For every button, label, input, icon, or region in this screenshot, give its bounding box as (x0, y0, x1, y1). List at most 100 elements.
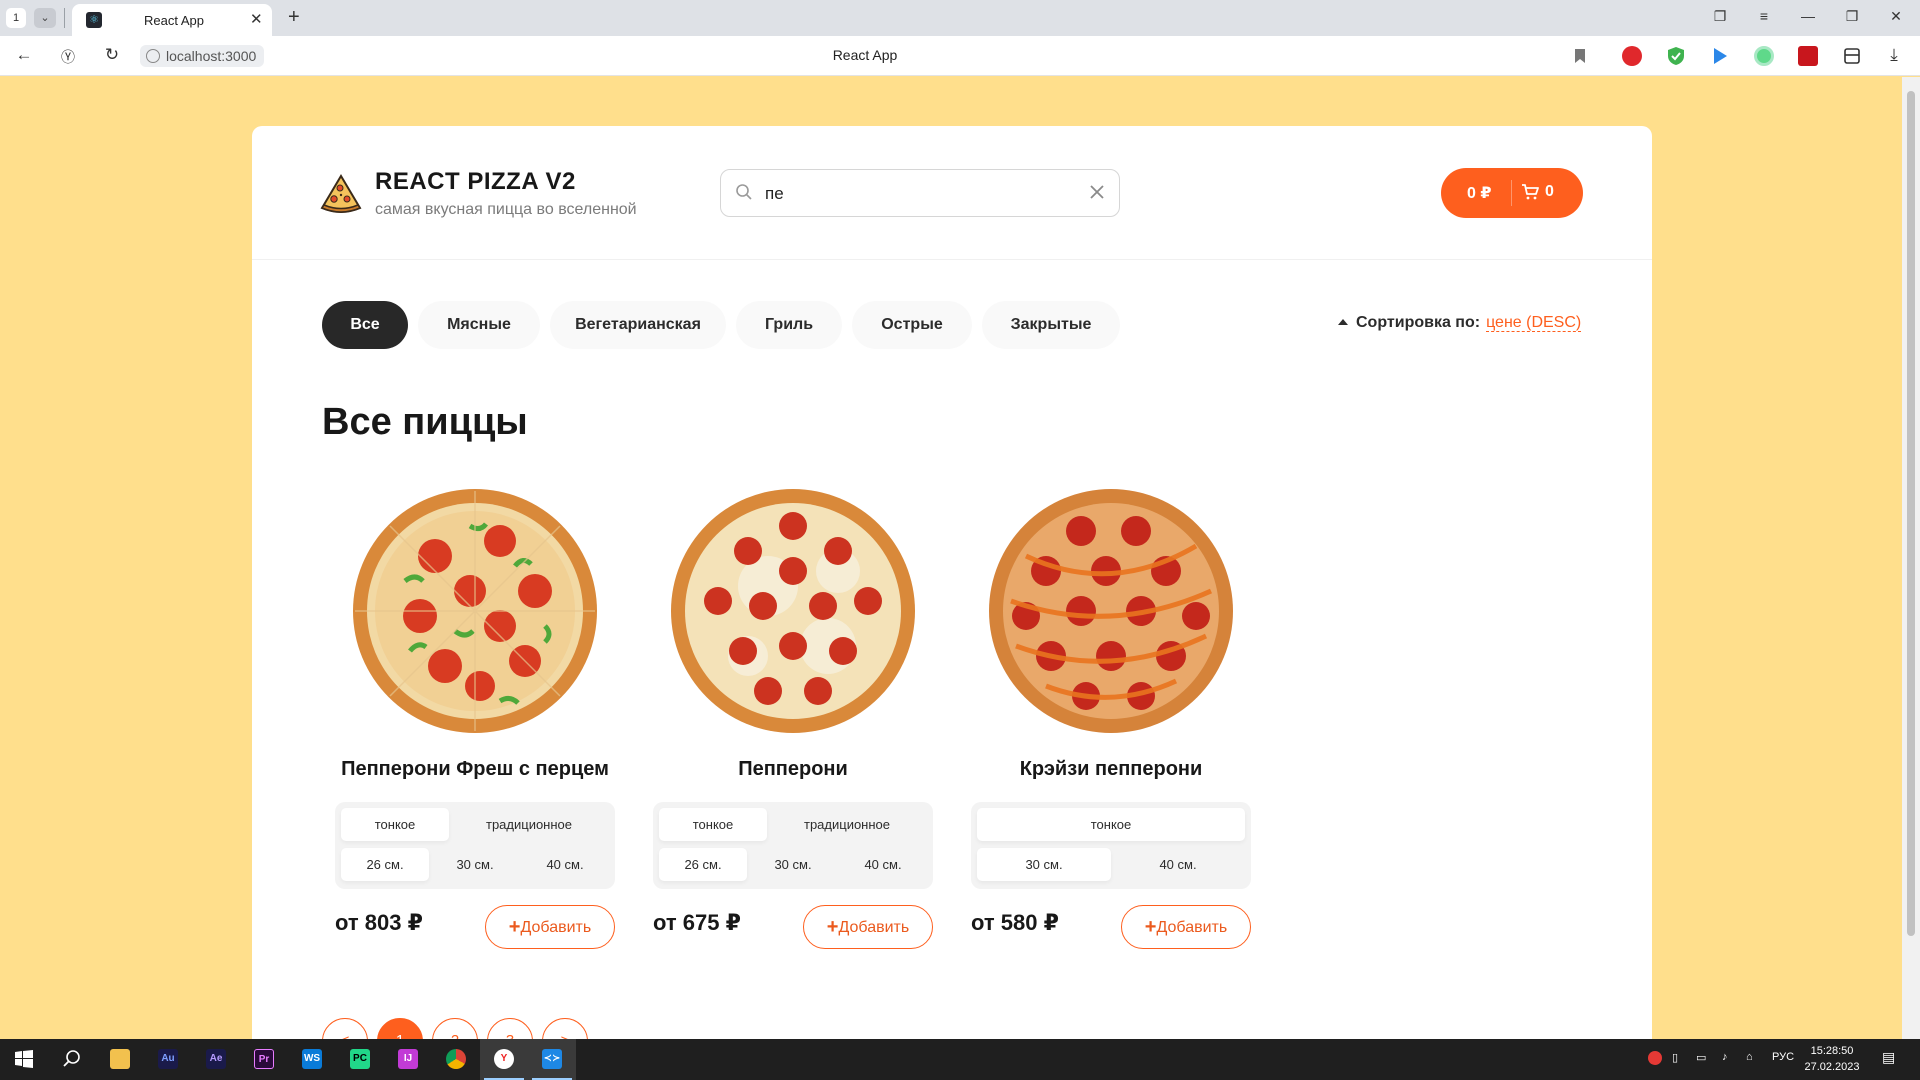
volume-icon[interactable]: ♪ (1722, 1051, 1728, 1063)
dough-option-traditional[interactable]: традиционное (767, 808, 927, 841)
size-option[interactable]: 30 см. (431, 848, 519, 881)
shield-extension-icon[interactable] (1666, 46, 1686, 66)
image-extension-icon[interactable] (1798, 46, 1818, 66)
tray-app-icon[interactable] (1648, 1051, 1662, 1065)
browser-tab-bar: 1 ⌄ ⚛ React App ✕ + ❐ ≡ — ❐ ✕ (0, 0, 1920, 36)
dough-option-thin[interactable]: тонкое (341, 808, 449, 841)
chrome-icon (446, 1049, 466, 1069)
section-title: Все пиццы (322, 401, 528, 443)
size-option[interactable]: 40 см. (521, 848, 609, 881)
cart-total: 0 ₽ (1467, 185, 1492, 202)
webstorm-icon: WS (302, 1049, 322, 1069)
sort-label: Сортировка по: (1356, 314, 1481, 331)
tab-counter[interactable]: 1 (6, 8, 26, 28)
address-bar: ← Ⓨ ↻ localhost:3000 React App ⤓ (0, 36, 1920, 76)
network-icon[interactable]: ⌂ (1746, 1051, 1753, 1063)
sort-value[interactable]: цене (DESC) (1486, 314, 1582, 332)
usb-icon[interactable]: ▯ (1672, 1051, 1678, 1064)
battery-icon[interactable]: ▭ (1696, 1051, 1706, 1064)
taskbar-app[interactable]: Pr (240, 1039, 288, 1080)
collections-icon[interactable]: ❐ (1708, 8, 1732, 25)
taskbar-app[interactable]: IJ (384, 1039, 432, 1080)
taskbar-app[interactable]: Au (144, 1039, 192, 1080)
dough-option-traditional[interactable]: традиционное (449, 808, 609, 841)
tab-divider (64, 8, 65, 28)
taskbar-search[interactable] (48, 1039, 96, 1080)
minimize-icon[interactable]: — (1796, 8, 1820, 24)
new-tab-plus-icon[interactable]: + (288, 6, 300, 29)
add-label: Добавить (520, 919, 592, 936)
search-field[interactable]: пе (720, 169, 1120, 217)
extensions-icon[interactable] (1842, 46, 1862, 66)
pizza-logo-icon[interactable] (320, 174, 362, 214)
react-favicon-icon: ⚛ (86, 12, 102, 28)
size-option[interactable]: 30 см. (977, 848, 1111, 881)
cart-button[interactable]: 0 ₽ 0 (1441, 168, 1583, 218)
cart-icon (1522, 184, 1539, 200)
windows-icon (15, 1050, 33, 1068)
tab-list-chevron-icon[interactable]: ⌄ (34, 8, 56, 28)
category-spicy[interactable]: Острые (852, 301, 972, 349)
size-option[interactable]: 40 см. (839, 848, 927, 881)
size-option[interactable]: 26 см. (341, 848, 429, 881)
clock[interactable]: 15:28:50 27.02.2023 (1800, 1043, 1864, 1075)
category-all[interactable]: Все (322, 301, 408, 349)
scrollbar-thumb[interactable] (1907, 91, 1915, 936)
pagination-page[interactable]: 1 (377, 1018, 423, 1039)
pizza-name: Пепперони Фреш с перцем (341, 758, 609, 780)
category-grill[interactable]: Гриль (736, 301, 842, 349)
pagination-next[interactable]: > (542, 1018, 588, 1039)
bookmark-icon[interactable] (1570, 46, 1590, 66)
pizza-price: от 675 ₽ (653, 910, 741, 935)
clock-date: 27.02.2023 (1804, 1061, 1860, 1073)
tab-close-icon[interactable]: ✕ (250, 10, 263, 28)
close-window-icon[interactable]: ✕ (1884, 8, 1908, 25)
taskbar-app[interactable]: Ae (192, 1039, 240, 1080)
taskbar-app[interactable] (432, 1039, 480, 1080)
add-to-cart-button[interactable]: +Добавить (1121, 905, 1251, 949)
pagination-prev[interactable]: < (322, 1018, 368, 1039)
menu-icon[interactable]: ≡ (1752, 8, 1776, 24)
category-closed[interactable]: Закрытые (982, 301, 1120, 349)
sort-control: Сортировка по: цене (DESC) (1338, 314, 1582, 332)
downloads-icon[interactable]: ⤓ (1882, 45, 1906, 65)
dough-option-thin[interactable]: тонкое (977, 808, 1245, 841)
size-option[interactable]: 40 см. (1111, 848, 1245, 881)
add-to-cart-button[interactable]: +Добавить (485, 905, 615, 949)
pycharm-icon: PC (350, 1049, 370, 1069)
taskbar-app[interactable] (96, 1039, 144, 1080)
restore-icon[interactable]: ❐ (1840, 8, 1864, 25)
input-language[interactable]: РУС (1772, 1051, 1794, 1063)
start-button[interactable] (0, 1039, 48, 1080)
audition-icon: Au (158, 1049, 178, 1069)
category-meat[interactable]: Мясные (418, 301, 540, 349)
taskbar-app[interactable]: PC (336, 1039, 384, 1080)
pagination-page[interactable]: 2 (432, 1018, 478, 1039)
brand-title[interactable]: REACT PIZZA V2 (375, 168, 576, 196)
add-label: Добавить (1156, 919, 1228, 936)
search-input[interactable]: пе (765, 184, 784, 204)
notifications-icon[interactable]: ▤ (1882, 1049, 1895, 1066)
pizza-image (353, 489, 597, 733)
pizza-name: Крэйзи пепперони (1019, 758, 1203, 780)
plus-icon: + (508, 916, 521, 938)
folder-icon (110, 1049, 130, 1069)
size-option[interactable]: 26 см. (659, 848, 747, 881)
pagination-page[interactable]: 3 (487, 1018, 533, 1039)
vpn-extension-icon[interactable] (1754, 46, 1774, 66)
play-extension-icon[interactable] (1710, 46, 1730, 66)
taskbar-app[interactable]: WS (288, 1039, 336, 1080)
taskbar-app[interactable]: ≺≻ (528, 1039, 576, 1080)
clear-search-icon[interactable] (1087, 182, 1107, 202)
after-effects-icon: Ae (206, 1049, 226, 1069)
add-to-cart-button[interactable]: +Добавить (803, 905, 933, 949)
taskbar-app[interactable]: Y (480, 1039, 528, 1080)
size-option[interactable]: 30 см. (749, 848, 837, 881)
pizza-price: от 580 ₽ (971, 910, 1059, 935)
dough-option-thin[interactable]: тонкое (659, 808, 767, 841)
category-vegetarian[interactable]: Вегетарианская (550, 301, 726, 349)
browser-tab[interactable]: ⚛ React App ✕ (72, 4, 272, 36)
adblock-extension-icon[interactable] (1622, 46, 1642, 66)
page-scrollbar[interactable] (1902, 77, 1920, 1039)
sort-arrow-up-icon[interactable] (1338, 319, 1348, 325)
